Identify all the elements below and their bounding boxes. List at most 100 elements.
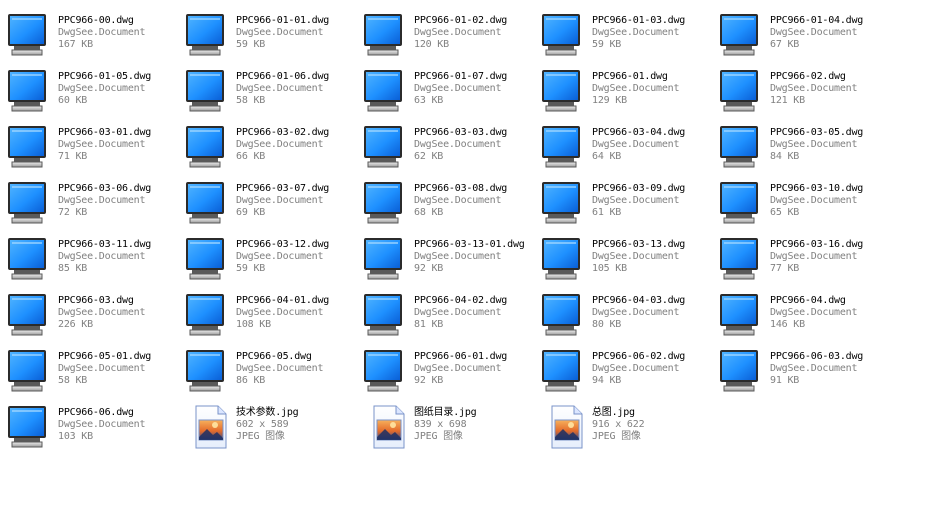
- dwg-document-icon[interactable]: [540, 348, 588, 394]
- file-tile-text[interactable]: PPC966-01-01.dwg DwgSee.Document 59 KB: [236, 15, 329, 51]
- dwg-document-icon[interactable]: [6, 180, 54, 226]
- file-tile[interactable]: PPC966-03-10.dwg DwgSee.Document 65 KB: [718, 178, 896, 234]
- file-tile[interactable]: PPC966-03-04.dwg DwgSee.Document 64 KB: [540, 122, 718, 178]
- file-tile[interactable]: PPC966-01-04.dwg DwgSee.Document 67 KB: [718, 10, 896, 66]
- file-tile-text[interactable]: 图纸目录.jpg 839 x 698 JPEG 图像: [414, 407, 477, 443]
- file-tile[interactable]: PPC966-03-12.dwg DwgSee.Document 59 KB: [184, 234, 362, 290]
- file-tile[interactable]: PPC966-01-05.dwg DwgSee.Document 60 KB: [6, 66, 184, 122]
- dwg-document-icon[interactable]: [6, 68, 54, 114]
- dwg-document-icon[interactable]: [184, 236, 232, 282]
- dwg-document-icon[interactable]: [540, 236, 588, 282]
- file-tile-text[interactable]: PPC966-05-01.dwg DwgSee.Document 58 KB: [58, 351, 151, 387]
- dwg-document-icon[interactable]: [184, 124, 232, 170]
- file-tile[interactable]: PPC966-01-06.dwg DwgSee.Document 58 KB: [184, 66, 362, 122]
- file-tile-text[interactable]: PPC966-03-10.dwg DwgSee.Document 65 KB: [770, 183, 863, 219]
- dwg-document-icon[interactable]: [718, 180, 766, 226]
- file-tile[interactable]: PPC966-01-02.dwg DwgSee.Document 120 KB: [362, 10, 540, 66]
- file-tile[interactable]: PPC966-03-13.dwg DwgSee.Document 105 KB: [540, 234, 718, 290]
- file-tile-text[interactable]: PPC966-03-07.dwg DwgSee.Document 69 KB: [236, 183, 329, 219]
- file-tile-text[interactable]: PPC966-03.dwg DwgSee.Document 226 KB: [58, 295, 146, 331]
- file-tile[interactable]: PPC966-06-01.dwg DwgSee.Document 92 KB: [362, 346, 540, 402]
- dwg-document-icon[interactable]: [540, 124, 588, 170]
- dwg-document-icon[interactable]: [718, 68, 766, 114]
- dwg-document-icon[interactable]: [6, 348, 54, 394]
- file-tile-text[interactable]: PPC966-01-07.dwg DwgSee.Document 63 KB: [414, 71, 507, 107]
- file-tile[interactable]: PPC966-04-03.dwg DwgSee.Document 80 KB: [540, 290, 718, 346]
- file-tile[interactable]: PPC966-03-03.dwg DwgSee.Document 62 KB: [362, 122, 540, 178]
- file-tile[interactable]: 技术参数.jpg 602 x 589 JPEG 图像: [184, 402, 362, 458]
- file-tile[interactable]: PPC966-05.dwg DwgSee.Document 86 KB: [184, 346, 362, 402]
- file-tile-text[interactable]: PPC966-06-03.dwg DwgSee.Document 91 KB: [770, 351, 863, 387]
- file-tile-text[interactable]: PPC966-06-02.dwg DwgSee.Document 94 KB: [592, 351, 685, 387]
- file-tile-text[interactable]: PPC966-03-08.dwg DwgSee.Document 68 KB: [414, 183, 507, 219]
- file-tile-text[interactable]: PPC966-06-01.dwg DwgSee.Document 92 KB: [414, 351, 507, 387]
- jpeg-image-icon[interactable]: [362, 404, 410, 450]
- file-tile[interactable]: PPC966-03.dwg DwgSee.Document 226 KB: [6, 290, 184, 346]
- jpeg-image-icon[interactable]: [184, 404, 232, 450]
- file-tile-text[interactable]: PPC966-03-01.dwg DwgSee.Document 71 KB: [58, 127, 151, 163]
- file-tile-text[interactable]: PPC966-04-01.dwg DwgSee.Document 108 KB: [236, 295, 329, 331]
- dwg-document-icon[interactable]: [718, 124, 766, 170]
- file-tile[interactable]: PPC966-04.dwg DwgSee.Document 146 KB: [718, 290, 896, 346]
- dwg-document-icon[interactable]: [184, 292, 232, 338]
- file-tile-text[interactable]: 技术参数.jpg 602 x 589 JPEG 图像: [236, 407, 299, 443]
- dwg-document-icon[interactable]: [362, 292, 410, 338]
- file-tile[interactable]: PPC966-00.dwg DwgSee.Document 167 KB: [6, 10, 184, 66]
- file-tile-text[interactable]: PPC966-03-03.dwg DwgSee.Document 62 KB: [414, 127, 507, 163]
- file-tile[interactable]: PPC966-03-09.dwg DwgSee.Document 61 KB: [540, 178, 718, 234]
- file-tile-text[interactable]: PPC966-03-12.dwg DwgSee.Document 59 KB: [236, 239, 329, 275]
- file-tile-text[interactable]: 总图.jpg 916 x 622 JPEG 图像: [592, 407, 645, 443]
- file-tile-text[interactable]: PPC966-03-05.dwg DwgSee.Document 84 KB: [770, 127, 863, 163]
- file-tile[interactable]: PPC966-03-06.dwg DwgSee.Document 72 KB: [6, 178, 184, 234]
- file-tile[interactable]: PPC966-03-11.dwg DwgSee.Document 85 KB: [6, 234, 184, 290]
- dwg-document-icon[interactable]: [184, 68, 232, 114]
- dwg-document-icon[interactable]: [540, 180, 588, 226]
- dwg-document-icon[interactable]: [6, 124, 54, 170]
- jpeg-image-icon[interactable]: [540, 404, 588, 450]
- dwg-document-icon[interactable]: [362, 236, 410, 282]
- file-tile-text[interactable]: PPC966-02.dwg DwgSee.Document 121 KB: [770, 71, 858, 107]
- file-tile[interactable]: PPC966-03-13-01.dwg DwgSee.Document 92 KB: [362, 234, 540, 290]
- file-tile[interactable]: PPC966-06-03.dwg DwgSee.Document 91 KB: [718, 346, 896, 402]
- dwg-document-icon[interactable]: [184, 12, 232, 58]
- file-tile-text[interactable]: PPC966-03-13-01.dwg DwgSee.Document 92 KB: [414, 239, 525, 275]
- file-tile[interactable]: PPC966-03-01.dwg DwgSee.Document 71 KB: [6, 122, 184, 178]
- file-tile-text[interactable]: PPC966-01-03.dwg DwgSee.Document 59 KB: [592, 15, 685, 51]
- dwg-document-icon[interactable]: [6, 404, 54, 450]
- dwg-document-icon[interactable]: [718, 12, 766, 58]
- file-tile-text[interactable]: PPC966-03-09.dwg DwgSee.Document 61 KB: [592, 183, 685, 219]
- file-tile-text[interactable]: PPC966-01.dwg DwgSee.Document 129 KB: [592, 71, 680, 107]
- dwg-document-icon[interactable]: [6, 12, 54, 58]
- file-tile-text[interactable]: PPC966-04.dwg DwgSee.Document 146 KB: [770, 295, 858, 331]
- file-tile-text[interactable]: PPC966-03-11.dwg DwgSee.Document 85 KB: [58, 239, 151, 275]
- file-tile[interactable]: PPC966-03-08.dwg DwgSee.Document 68 KB: [362, 178, 540, 234]
- dwg-document-icon[interactable]: [6, 292, 54, 338]
- file-tile-text[interactable]: PPC966-01-06.dwg DwgSee.Document 58 KB: [236, 71, 329, 107]
- file-tile[interactable]: PPC966-03-02.dwg DwgSee.Document 66 KB: [184, 122, 362, 178]
- file-tile[interactable]: PPC966-01.dwg DwgSee.Document 129 KB: [540, 66, 718, 122]
- dwg-document-icon[interactable]: [540, 68, 588, 114]
- dwg-document-icon[interactable]: [362, 180, 410, 226]
- file-tile-text[interactable]: PPC966-03-16.dwg DwgSee.Document 77 KB: [770, 239, 863, 275]
- file-tile[interactable]: 图纸目录.jpg 839 x 698 JPEG 图像: [362, 402, 540, 458]
- file-tile-text[interactable]: PPC966-01-05.dwg DwgSee.Document 60 KB: [58, 71, 151, 107]
- file-tile[interactable]: PPC966-04-02.dwg DwgSee.Document 81 KB: [362, 290, 540, 346]
- dwg-document-icon[interactable]: [718, 348, 766, 394]
- dwg-document-icon[interactable]: [540, 12, 588, 58]
- dwg-document-icon[interactable]: [362, 12, 410, 58]
- file-tile[interactable]: PPC966-03-07.dwg DwgSee.Document 69 KB: [184, 178, 362, 234]
- file-tile[interactable]: PPC966-05-01.dwg DwgSee.Document 58 KB: [6, 346, 184, 402]
- file-list-tiles-view[interactable]: PPC966-00.dwg DwgSee.Document 167 KB PPC96…: [0, 0, 926, 532]
- file-tile-text[interactable]: PPC966-04-02.dwg DwgSee.Document 81 KB: [414, 295, 507, 331]
- file-tile[interactable]: PPC966-06-02.dwg DwgSee.Document 94 KB: [540, 346, 718, 402]
- file-tile[interactable]: PPC966-01-03.dwg DwgSee.Document 59 KB: [540, 10, 718, 66]
- file-tile-text[interactable]: PPC966-00.dwg DwgSee.Document 167 KB: [58, 15, 146, 51]
- dwg-document-icon[interactable]: [718, 236, 766, 282]
- file-tile-text[interactable]: PPC966-01-02.dwg DwgSee.Document 120 KB: [414, 15, 507, 51]
- dwg-document-icon[interactable]: [362, 68, 410, 114]
- dwg-document-icon[interactable]: [6, 236, 54, 282]
- file-tile-text[interactable]: PPC966-05.dwg DwgSee.Document 86 KB: [236, 351, 324, 387]
- dwg-document-icon[interactable]: [362, 348, 410, 394]
- file-tile-text[interactable]: PPC966-01-04.dwg DwgSee.Document 67 KB: [770, 15, 863, 51]
- file-tile[interactable]: 总图.jpg 916 x 622 JPEG 图像: [540, 402, 718, 458]
